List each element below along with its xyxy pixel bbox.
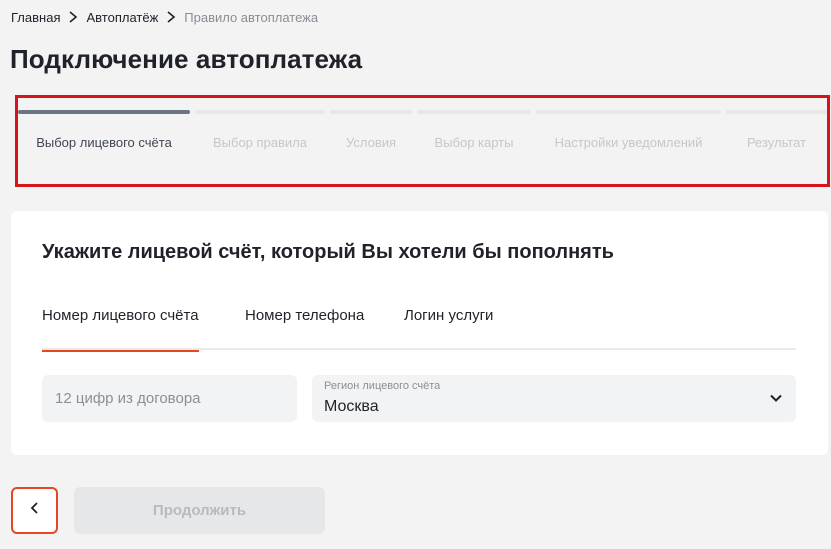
step-label: Выбор карты — [434, 135, 514, 150]
chevron-right-icon — [164, 9, 178, 25]
step-rule-selection: Выбор правила — [195, 110, 325, 160]
step-label: Выбор лицевого счёта — [36, 135, 172, 150]
step-progress-bar — [195, 110, 325, 114]
breadcrumb-current: Правило автоплатежа — [184, 9, 319, 25]
step-progress-bar — [18, 110, 190, 114]
account-form-card: Укажите лицевой счёт, который Вы хотели … — [11, 211, 828, 455]
continue-button[interactable]: Продолжить — [74, 487, 325, 534]
tab-account-number[interactable]: Номер лицевого счёта — [42, 307, 199, 352]
account-number-field — [42, 375, 297, 422]
step-progress-bar — [417, 110, 531, 114]
breadcrumb-autopay-link[interactable]: Автоплатёж — [86, 10, 158, 25]
tab-phone-number[interactable]: Номер телефона — [245, 307, 364, 350]
breadcrumb: Главная Автоплатёж Правило автоплатежа — [11, 9, 318, 25]
step-label: Выбор правила — [212, 135, 307, 150]
tab-service-login[interactable]: Логин услуги — [404, 307, 493, 350]
step-progress-bar — [536, 110, 721, 114]
account-number-input[interactable] — [55, 390, 284, 407]
step-card-selection: Выбор карты — [417, 110, 531, 160]
account-type-tabs: Номер лицевого счёта Номер телефона Логи… — [42, 307, 796, 352]
step-conditions: Условия — [330, 110, 412, 160]
region-select-value: Москва — [324, 398, 379, 415]
region-select[interactable]: Регион лицевого счёта Москва — [312, 375, 796, 422]
step-progress-bar — [330, 110, 412, 114]
chevron-left-icon — [29, 501, 41, 520]
back-button[interactable] — [11, 487, 58, 534]
form-title: Укажите лицевой счёт, который Вы хотели … — [42, 241, 614, 263]
region-select-label: Регион лицевого счёта — [324, 380, 441, 392]
chevron-down-icon[interactable] — [768, 390, 784, 406]
breadcrumb-home-link[interactable]: Главная — [11, 10, 60, 25]
chevron-right-icon — [66, 9, 80, 25]
step-label: Условия — [345, 135, 397, 150]
step-label: Результат — [746, 135, 807, 150]
progress-stepper: Выбор лицевого счёта Выбор правила Услов… — [18, 110, 827, 160]
page-title: Подключение автоплатежа — [10, 44, 363, 74]
step-label: Настройки уведомлений — [554, 135, 703, 150]
step-result: Результат — [726, 110, 827, 160]
step-notification-settings: Настройки уведомлений — [536, 110, 721, 160]
step-progress-bar — [726, 110, 827, 114]
step-account-selection: Выбор лицевого счёта — [18, 110, 190, 160]
